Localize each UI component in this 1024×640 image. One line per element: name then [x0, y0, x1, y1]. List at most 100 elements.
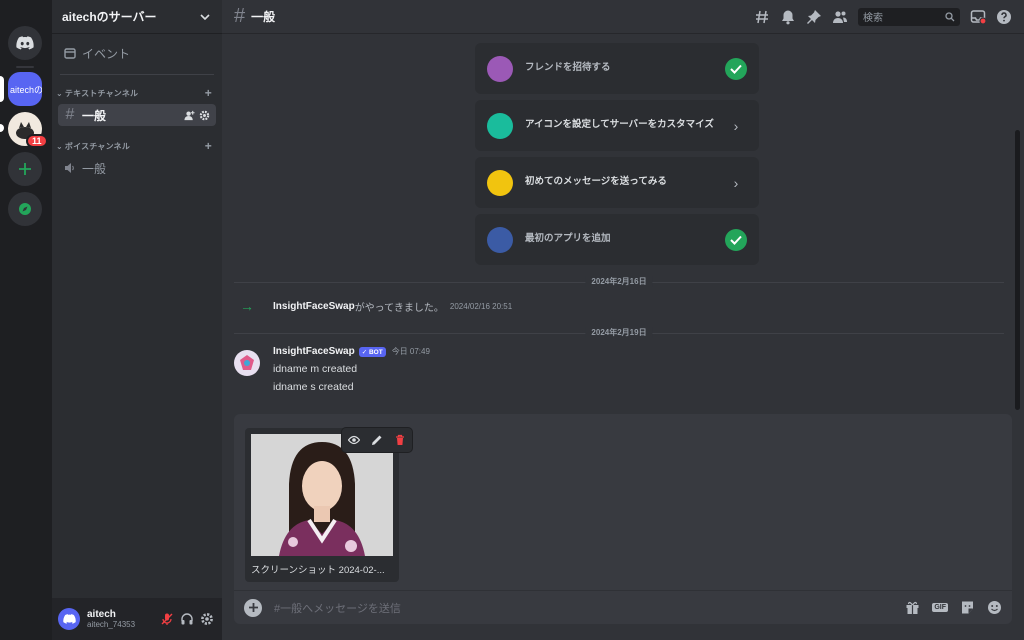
discord-logo-icon [16, 36, 34, 50]
attachment-toolbar [342, 428, 412, 452]
message: InsightFaceSwap ✓ BOT 今日 07:49 idname m … [234, 346, 430, 393]
scrollbar[interactable] [1015, 130, 1020, 410]
avatar[interactable] [234, 350, 260, 376]
headphones-icon[interactable] [180, 612, 194, 626]
sticker-icon[interactable] [960, 600, 975, 615]
channel-name: 一般 [82, 108, 107, 123]
notification-badge: 11 [26, 134, 48, 148]
rail-separator [16, 66, 34, 68]
events-label: イベント [82, 46, 131, 61]
user-name: aitech [87, 608, 116, 620]
category-voice[interactable]: ⌄ ボイスチャンネル + [52, 136, 222, 156]
gear-icon[interactable] [200, 612, 214, 626]
message-timestamp: 今日 07:49 [391, 347, 430, 356]
attachment-filename: スクリーンショット 2024-02-... [251, 565, 385, 576]
threads-icon[interactable] [754, 9, 770, 25]
chevron-right-icon: › [733, 174, 739, 191]
bot-badge-label: BOT [368, 348, 383, 356]
plus-icon [248, 603, 258, 612]
card-label: フレンドを招待する [525, 62, 611, 74]
search-input[interactable]: 検索 [858, 7, 960, 26]
onboarding-card-invite[interactable]: フレンドを招待する [475, 43, 759, 94]
hash-icon: # [65, 106, 75, 123]
onboarding-card-app[interactable]: 最初のアプリを追加 [475, 214, 759, 265]
search-icon [945, 11, 955, 21]
invite-icon [487, 55, 513, 82]
channel-general-voice[interactable]: 一般 [58, 157, 216, 179]
attach-plus-button[interactable] [244, 598, 262, 617]
category-text-label: テキストチャンネル [64, 88, 139, 98]
guild-header[interactable]: aitechのサーバー [52, 0, 222, 34]
avatar[interactable] [58, 608, 80, 630]
calendar-icon [64, 48, 76, 59]
date-divider: 2024年2月16日 [234, 276, 1004, 287]
message-line: idname s created [273, 381, 354, 393]
card-label: アイコンを設定してサーバーをカスタマイズ [525, 119, 714, 131]
add-server-button[interactable] [8, 152, 42, 186]
bell-icon[interactable] [780, 9, 796, 25]
pencil-icon[interactable] [371, 434, 383, 446]
server-rail: aitechのサーバー 11 [0, 0, 52, 640]
message-line: idname m created [273, 363, 358, 375]
chevron-down-icon: ⌄ [56, 141, 63, 151]
card-label: 最初のアプリを追加 [525, 233, 611, 245]
card-label: 初めてのメッセージを送ってみる [525, 176, 667, 188]
chevron-down-icon: ⌄ [56, 88, 63, 98]
chevron-right-icon: › [733, 117, 739, 134]
channel-general-text[interactable]: # 一般 [58, 104, 216, 126]
category-voice-label: ボイスチャンネル [64, 141, 131, 151]
channel-name: 一般 [82, 161, 107, 176]
onboarding-card-customize[interactable]: アイコンを設定してサーバーをカスタマイズ › [475, 100, 759, 151]
user-panel: aitech aitech_74353 [52, 598, 222, 640]
create-channel-icon[interactable]: + [205, 86, 212, 100]
unread-indicator [0, 124, 4, 132]
inbox-icon[interactable] [970, 9, 986, 25]
message-icon [487, 169, 513, 196]
user-info[interactable]: aitech aitech_74353 [87, 609, 135, 630]
selected-server-indicator [0, 76, 4, 102]
channel-sidebar: aitechのサーバー イベント ⌄ テキストチャンネル + # 一般 ⌄ ボイスチ… [52, 0, 222, 640]
main-area: # 一般 検索 フレンドを招待する アイコンを設定してサーバーをカスタマイズ ›… [222, 0, 1024, 640]
gif-icon[interactable]: GIF [932, 603, 948, 612]
chevron-down-icon [200, 13, 210, 20]
category-text[interactable]: ⌄ テキストチャンネル + [52, 83, 222, 103]
date-divider-label: 2024年2月16日 [585, 276, 653, 287]
create-channel-icon[interactable]: + [205, 139, 212, 153]
eye-spoiler-icon[interactable] [347, 434, 360, 446]
events-item[interactable]: イベント [56, 40, 218, 66]
server-aitech-label: aitechのサーバー [10, 84, 42, 95]
gear-icon[interactable] [199, 110, 210, 121]
customize-icon [487, 112, 513, 139]
gift-icon[interactable] [905, 600, 920, 615]
trash-icon[interactable] [394, 434, 406, 446]
guild-name: aitechのサーバー [62, 10, 157, 24]
attachment-image [251, 434, 393, 556]
help-icon[interactable] [996, 9, 1012, 25]
home-button[interactable] [8, 26, 42, 60]
onboarding-checklist: フレンドを招待する アイコンを設定してサーバーをカスタマイズ › 初めてのメッセ… [475, 43, 759, 271]
invite-member-icon[interactable] [184, 110, 195, 121]
server-aitech[interactable]: aitechのサーバー [8, 72, 42, 106]
explore-servers-button[interactable] [8, 192, 42, 226]
mic-muted-icon[interactable] [160, 612, 174, 626]
search-placeholder: 検索 [863, 13, 883, 24]
join-timestamp: 2024/02/16 20:51 [449, 301, 513, 311]
pin-icon[interactable] [806, 9, 822, 25]
date-divider: 2024年2月19日 [234, 327, 1004, 338]
onboarding-card-message[interactable]: 初めてのメッセージを送ってみる › [475, 157, 759, 208]
checkmark-icon [725, 57, 747, 80]
date-divider-label: 2024年2月19日 [585, 327, 653, 338]
emoji-icon[interactable] [987, 600, 1002, 615]
checkmark-icon [725, 228, 747, 251]
members-icon[interactable] [832, 9, 848, 25]
sidebar-divider [60, 74, 214, 75]
message-composer: スクリーンショット 2024-02-... #一般へメッセージを送信 GIF [234, 414, 1012, 624]
page-title: 一般 [251, 10, 276, 24]
join-username[interactable]: InsightFaceSwap [273, 301, 355, 312]
channel-header: # 一般 検索 [222, 0, 1024, 34]
message-input[interactable]: #一般へメッセージを送信 [274, 600, 905, 616]
discord-app: aitechのサーバー 11 aitechのサーバー イベント ⌄テキストチャン… [0, 0, 1024, 640]
compass-icon [19, 203, 31, 215]
message-author[interactable]: InsightFaceSwap [273, 346, 355, 357]
join-arrow-icon: → [240, 298, 254, 314]
